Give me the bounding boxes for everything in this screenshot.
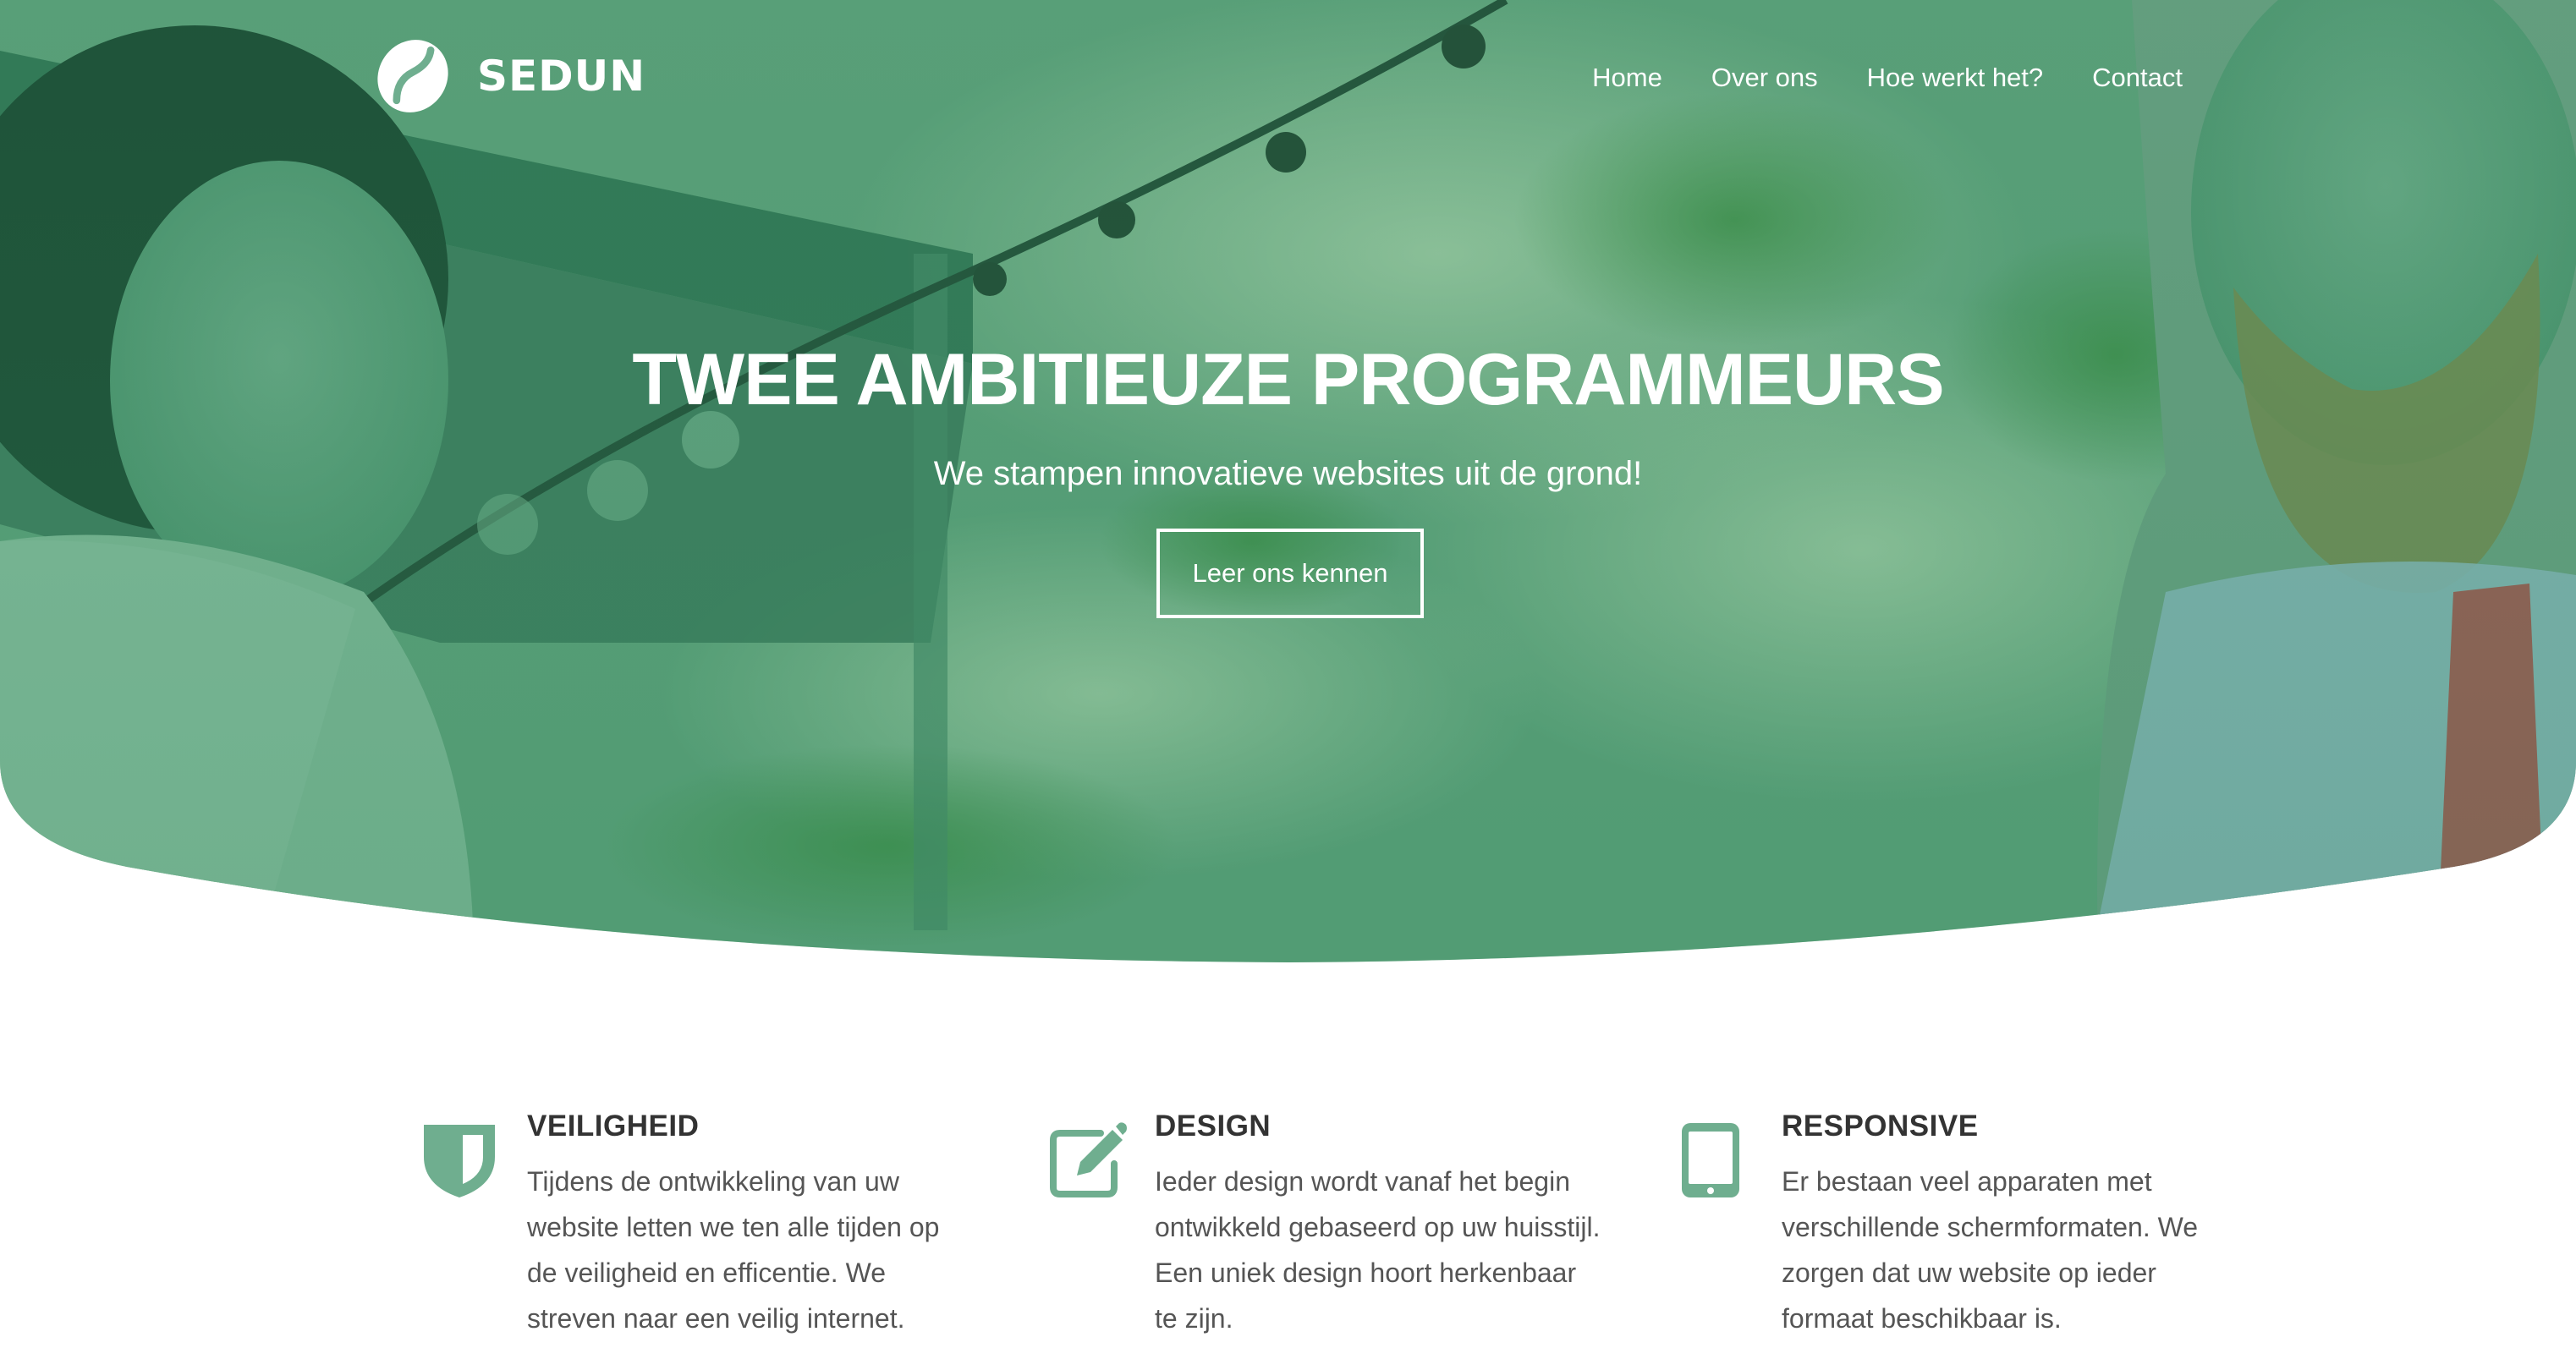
feature-veiligheid: VEILIGHEID Tijdens de ontwikkeling van u… xyxy=(419,1099,994,1370)
feature-title: VEILIGHEID xyxy=(527,1110,700,1143)
edit-pencil-icon xyxy=(1050,1122,1127,1197)
hero-section: SEDUN Home Over ons Hoe werkt het? Conta… xyxy=(0,0,2576,964)
hero-subtitle: We stampen innovatieve websites uit de g… xyxy=(933,455,1643,492)
coffee-bean-icon xyxy=(377,40,448,112)
cta-button[interactable]: Leer ons kennen xyxy=(1156,529,1424,618)
feature-title: DESIGN xyxy=(1155,1110,1272,1143)
page: SEDUN Home Over ons Hoe werkt het? Conta… xyxy=(0,0,2576,1370)
logo[interactable]: SEDUN xyxy=(372,34,645,118)
logo-text: SEDUN xyxy=(477,52,646,101)
nav-hoe-werkt-het[interactable]: Hoe werkt het? xyxy=(1867,54,2044,101)
feature-text: Ieder design wordt vanaf het begin ontwi… xyxy=(1155,1166,1601,1334)
feature-text: Er bestaan veel apparaten met verschille… xyxy=(1782,1166,2199,1334)
hero-title: TWEE AMBITIEUZE PROGRAMMEURS xyxy=(632,339,1944,420)
main-nav: Home Over ons Hoe werkt het? Contact xyxy=(1592,54,2183,101)
nav-contact[interactable]: Contact xyxy=(2092,54,2183,101)
feature-design: DESIGN Ieder design wordt vanaf het begi… xyxy=(1046,1099,1622,1370)
nav-home[interactable]: Home xyxy=(1592,54,1662,101)
features-section: VEILIGHEID Tijdens de ontwikkeling van u… xyxy=(0,1099,2576,1370)
nav-over-ons[interactable]: Over ons xyxy=(1711,54,1818,101)
feature-responsive: RESPONSIVE Er bestaan veel apparaten met… xyxy=(1673,1099,2249,1370)
shield-icon xyxy=(424,1125,495,1197)
feature-title: RESPONSIVE xyxy=(1782,1110,1979,1143)
site-header: SEDUN Home Over ons Hoe werkt het? Conta… xyxy=(0,0,2576,152)
feature-text: Tijdens de ontwikkeling van uw website l… xyxy=(527,1166,940,1334)
tablet-icon xyxy=(1682,1123,1739,1197)
